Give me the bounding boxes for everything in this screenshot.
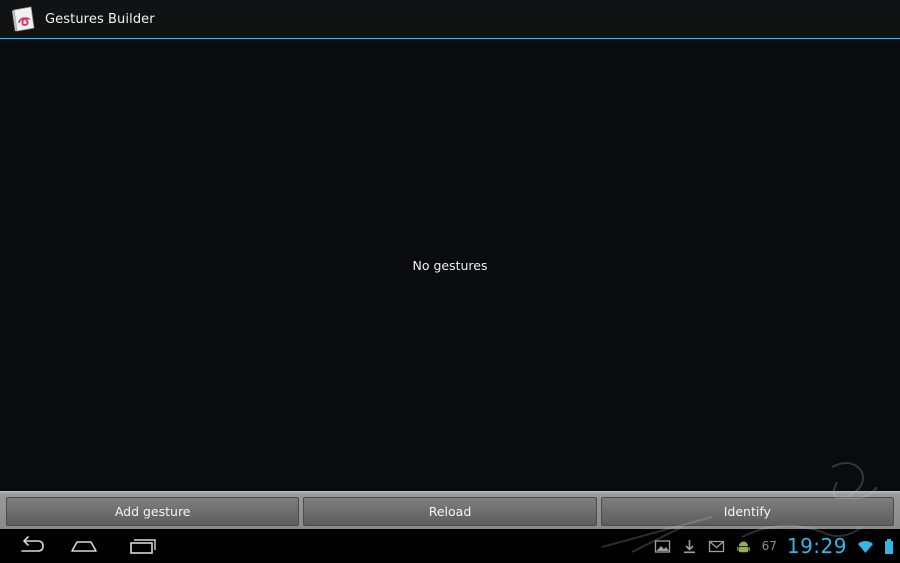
status-area: 67 19:29: [654, 529, 894, 563]
empty-state-message: No gestures: [412, 258, 488, 273]
reload-button[interactable]: Reload: [303, 497, 597, 526]
action-bar: Gestures Builder: [0, 0, 900, 38]
back-icon[interactable]: [12, 535, 48, 557]
home-icon[interactable]: [66, 535, 102, 557]
button-bar: Add gesture Reload Identify: [0, 491, 900, 529]
gallery-icon[interactable]: [654, 538, 671, 555]
battery-level-text: 67: [761, 539, 777, 553]
gestures-builder-app-icon[interactable]: [11, 6, 37, 32]
android-icon[interactable]: [735, 538, 752, 555]
battery-icon[interactable]: [884, 538, 894, 555]
add-gesture-button[interactable]: Add gesture: [6, 497, 300, 526]
download-icon[interactable]: [681, 538, 698, 555]
gmail-icon[interactable]: [708, 538, 725, 555]
system-bar: 67 19:29: [0, 529, 900, 563]
recent-apps-icon[interactable]: [124, 535, 160, 557]
wifi-icon[interactable]: [857, 538, 874, 555]
app-title: Gestures Builder: [45, 11, 155, 27]
gesture-list-area: No gestures: [0, 39, 900, 491]
clock[interactable]: 19:29: [787, 534, 847, 558]
identify-button[interactable]: Identify: [600, 497, 894, 526]
screen: Gestures Builder No gestures Add gesture…: [0, 0, 900, 563]
